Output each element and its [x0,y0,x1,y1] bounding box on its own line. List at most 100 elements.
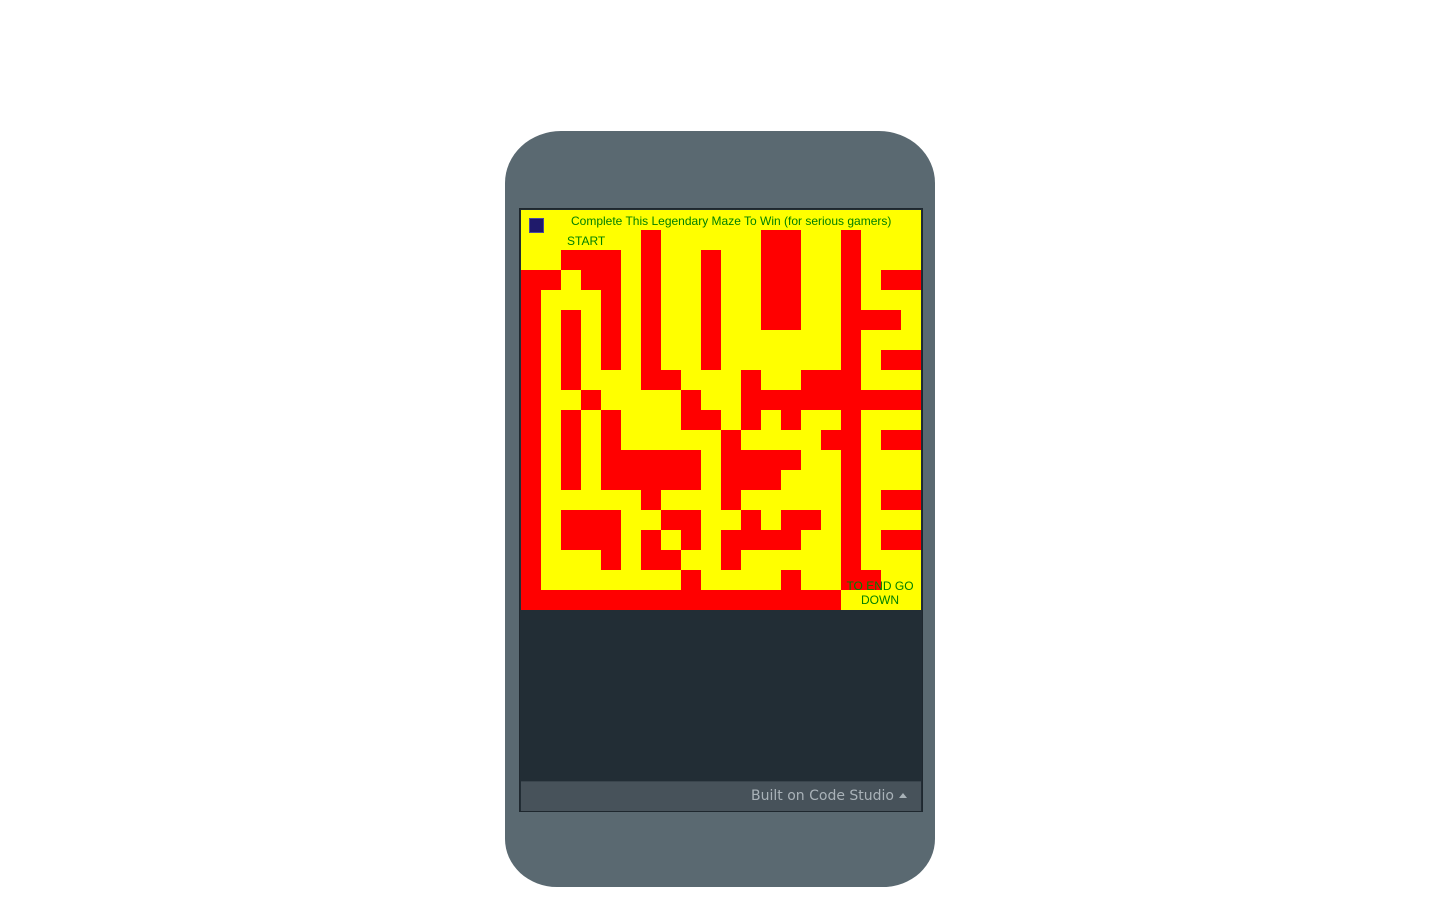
maze-wall-cell [521,430,541,450]
maze-path-cell [821,510,841,530]
maze-path-cell [821,450,841,470]
maze-wall-cell [681,590,701,610]
maze-wall-cell [581,390,601,410]
maze-path-cell [521,250,541,270]
maze-wall-cell [841,330,861,350]
maze-wall-cell [821,590,841,610]
maze-path-cell [661,270,681,290]
maze-path-cell [821,350,841,370]
maze-path-cell [761,430,781,450]
maze-title: Complete This Legendary Maze To Win (for… [571,214,892,228]
player-square[interactable] [529,218,544,233]
maze-path-cell [541,390,561,410]
maze-path-cell [701,570,721,590]
maze-wall-cell [741,450,761,470]
maze-path-cell [721,250,741,270]
maze-path-cell [681,250,701,270]
maze-path-cell [621,370,641,390]
maze-wall-cell [761,250,781,270]
maze-wall-cell [521,270,541,290]
maze-wall-cell [681,390,701,410]
maze-path-cell [701,430,721,450]
maze-wall-cell [781,230,801,250]
maze-wall-cell [701,290,721,310]
maze-path-cell [681,290,701,310]
maze-path-cell [861,370,881,390]
maze-path-cell [541,430,561,450]
maze-path-cell [721,350,741,370]
maze-path-cell [681,430,701,450]
maze-wall-cell [781,410,801,430]
maze-path-cell [821,290,841,310]
maze-path-cell [621,510,641,530]
maze-wall-cell [741,390,761,410]
maze-path-cell [621,350,641,370]
maze-path-cell [801,270,821,290]
maze-wall-cell [761,390,781,410]
maze-wall-cell [781,390,801,410]
maze-path-cell [561,570,581,590]
maze-path-cell [541,330,561,350]
maze-path-cell [541,230,561,250]
maze-path-cell [681,550,701,570]
maze-wall-cell [701,410,721,430]
maze-path-cell [581,330,601,350]
maze-path-cell [781,370,801,390]
maze-path-cell [861,530,881,550]
maze-path-cell [681,350,701,370]
maze-path-cell [721,410,741,430]
maze-wall-cell [561,530,581,550]
maze-wall-cell [661,590,681,610]
maze-wall-cell [621,590,641,610]
maze-wall-cell [761,470,781,490]
maze-board[interactable]: Complete This Legendary Maze To Win (for… [521,210,921,610]
maze-wall-cell [581,270,601,290]
maze-wall-cell [601,470,621,490]
maze-wall-cell [761,270,781,290]
maze-path-cell [621,330,641,350]
maze-path-cell [801,430,821,450]
maze-wall-cell [761,450,781,470]
maze-wall-cell [521,290,541,310]
maze-path-cell [801,530,821,550]
maze-path-cell [661,290,681,310]
maze-path-cell [861,290,881,310]
maze-path-cell [701,470,721,490]
maze-wall-cell [781,290,801,310]
maze-path-cell [581,490,601,510]
maze-path-cell [781,550,801,570]
maze-wall-cell [841,290,861,310]
maze-path-cell [761,370,781,390]
maze-path-cell [821,330,841,350]
maze-path-cell [901,470,921,490]
maze-path-cell [741,490,761,510]
maze-path-cell [781,330,801,350]
maze-wall-cell [561,350,581,370]
maze-wall-cell [741,590,761,610]
maze-wall-cell [601,530,621,550]
maze-wall-cell [701,350,721,370]
maze-path-cell [761,570,781,590]
maze-path-cell [761,330,781,350]
maze-wall-cell [601,510,621,530]
maze-path-cell [801,450,821,470]
maze-path-cell [581,410,601,430]
maze-path-cell [581,350,601,370]
maze-path-cell [881,550,901,570]
maze-wall-cell [521,470,541,490]
maze-path-cell [701,550,721,570]
maze-path-cell [701,490,721,510]
maze-wall-cell [721,590,741,610]
maze-path-cell [541,210,561,230]
maze-path-cell [861,250,881,270]
maze-path-cell [561,550,581,570]
maze-path-cell [541,410,561,430]
maze-path-cell [801,330,821,350]
maze-path-cell [861,350,881,370]
maze-path-cell [681,270,701,290]
maze-path-cell [541,350,561,370]
maze-wall-cell [721,550,741,570]
maze-wall-cell [541,590,561,610]
maze-path-cell [901,410,921,430]
built-on-code-studio-link[interactable]: Built on Code Studio [751,788,907,804]
